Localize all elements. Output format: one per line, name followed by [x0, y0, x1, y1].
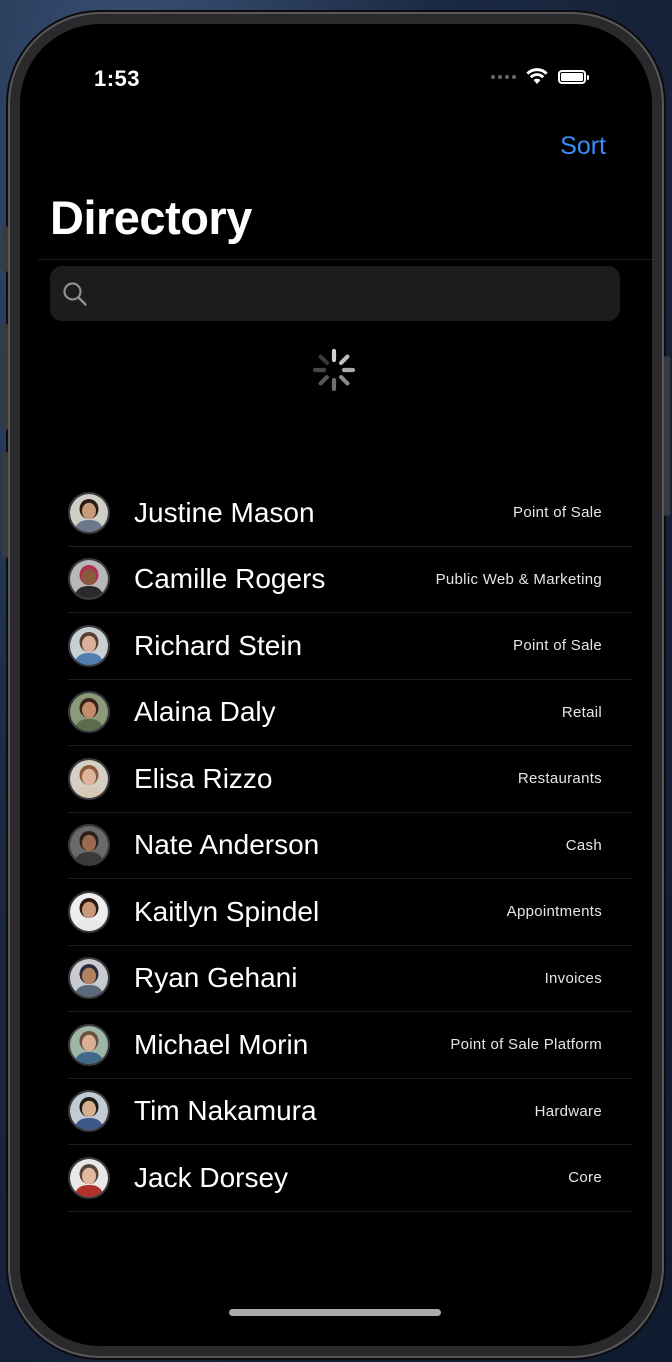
person-team: Appointments [506, 903, 602, 921]
avatar [68, 1090, 110, 1133]
person-name: Nate Anderson [134, 829, 320, 861]
list-item[interactable]: Tim Nakamura Hardware [68, 1079, 632, 1145]
status-indicators [491, 68, 589, 85]
avatar [68, 691, 110, 734]
person-name: Ryan Gehani [134, 962, 298, 994]
directory-list: Justine Mason Point of Sale Camille Rogers… [68, 480, 632, 1212]
list-item[interactable]: Ryan Gehani Invoices [68, 946, 632, 1012]
sort-button[interactable]: Sort [560, 132, 606, 161]
search-icon [63, 281, 87, 306]
person-team: Restaurants [517, 770, 602, 788]
app-screen: 1:53 Sort Directory Justine Mason Point … [20, 24, 652, 1346]
wifi-icon [526, 68, 548, 84]
person-team: Retail [561, 703, 602, 721]
person-name: Jack Dorsey [134, 1161, 289, 1193]
person-name: Tim Nakamura [134, 1095, 317, 1127]
silent-switch [2, 226, 8, 272]
avatar [68, 558, 110, 601]
list-item[interactable]: Jack Dorsey Core [68, 1145, 632, 1212]
person-team: Point of Sale [513, 637, 602, 655]
person-team: Public Web & Marketing [435, 570, 602, 588]
list-item[interactable]: Kaitlyn Spindel Appointments [68, 879, 632, 946]
list-item[interactable]: Camille Rogers Public Web & Marketing [68, 547, 632, 613]
list-item[interactable]: Alaina Daly Retail [68, 680, 632, 746]
avatar [68, 624, 110, 667]
loading-spinner-icon [312, 348, 356, 392]
list-item[interactable]: Richard Stein Point of Sale [68, 613, 632, 680]
person-name: Elisa Rizzo [134, 762, 273, 794]
person-name: Justine Mason [134, 496, 315, 528]
person-name: Alaina Daly [134, 696, 276, 728]
avatar [68, 757, 110, 800]
search-input[interactable] [96, 281, 620, 306]
person-team: Core [568, 1169, 602, 1187]
person-team: Invoices [544, 969, 602, 987]
avatar [68, 1023, 110, 1066]
person-name: Michael Morin [134, 1028, 309, 1060]
list-item[interactable]: Michael Morin Point of Sale Platform [68, 1012, 632, 1079]
list-item[interactable]: Justine Mason Point of Sale [68, 480, 632, 547]
avatar [68, 824, 110, 867]
cellular-signal-icon [491, 74, 516, 79]
volume-down-button [2, 452, 8, 558]
person-name: Camille Rogers [134, 563, 326, 595]
person-team: Point of Sale [513, 504, 602, 522]
avatar [68, 957, 110, 1000]
volume-up-button [2, 324, 8, 430]
header-divider [38, 259, 652, 260]
person-team: Hardware [534, 1102, 602, 1120]
person-name: Kaitlyn Spindel [134, 895, 320, 927]
status-time: 1:53 [94, 66, 141, 91]
avatar [68, 491, 110, 534]
person-team: Cash [565, 836, 602, 854]
person-team: Point of Sale Platform [450, 1036, 602, 1054]
search-bar[interactable] [50, 266, 620, 321]
power-button [664, 356, 670, 516]
battery-icon [558, 69, 589, 84]
home-indicator[interactable] [229, 1309, 441, 1316]
list-item[interactable]: Elisa Rizzo Restaurants [68, 746, 632, 813]
person-name: Richard Stein [134, 629, 303, 661]
page-title: Directory [50, 191, 252, 244]
avatar [68, 890, 110, 933]
avatar [68, 1156, 110, 1199]
list-item[interactable]: Nate Anderson Cash [68, 813, 632, 879]
